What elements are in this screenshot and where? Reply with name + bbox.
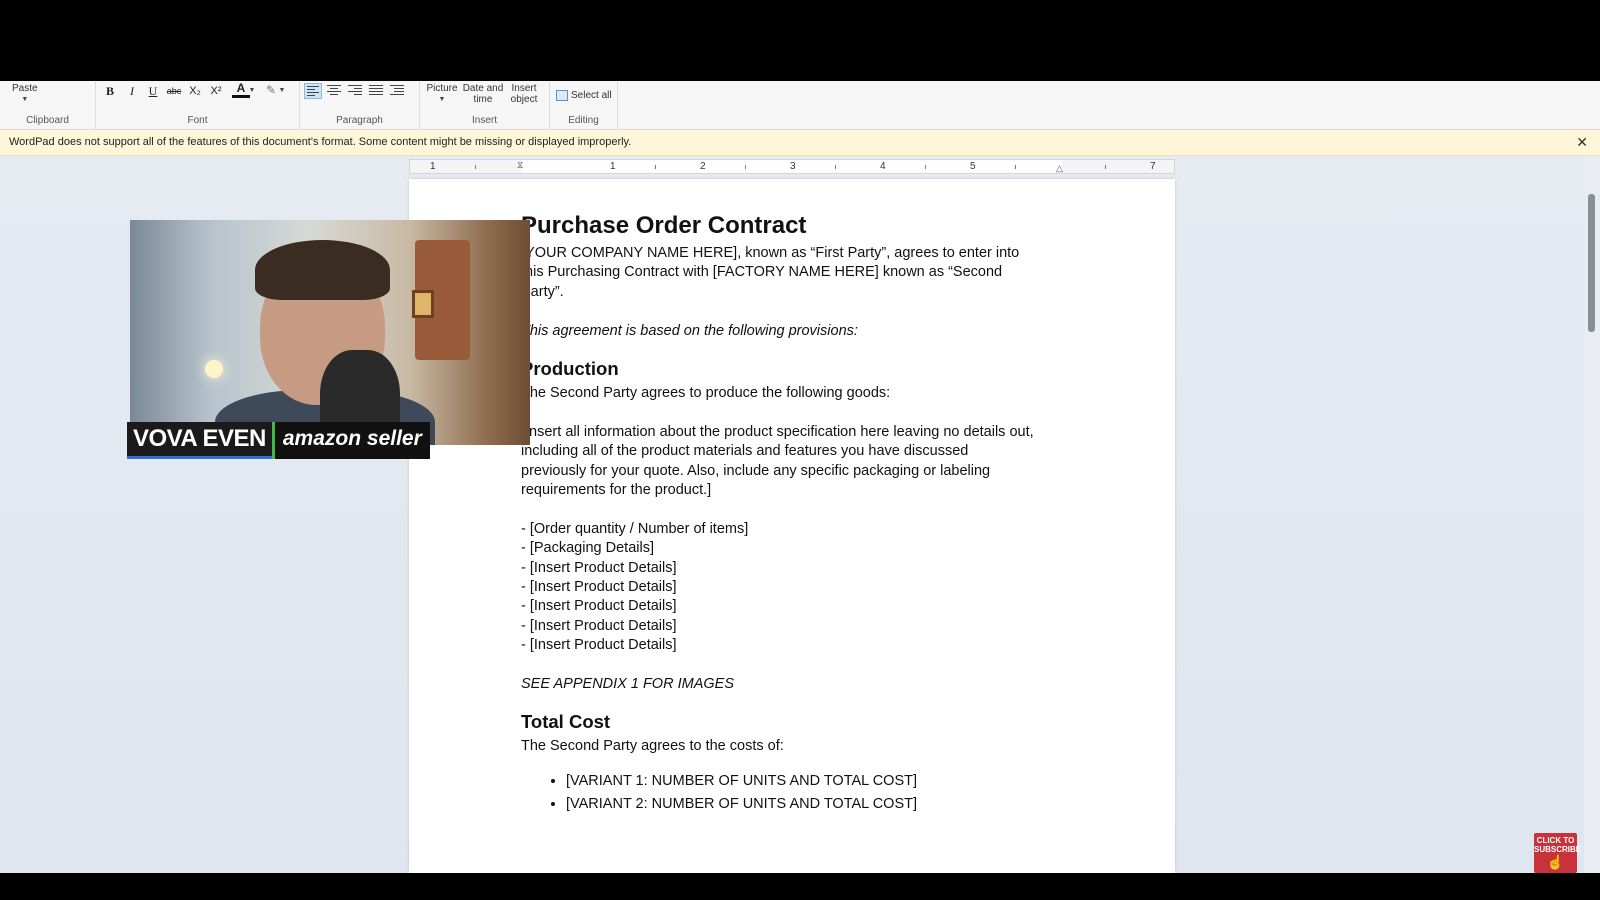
italic-icon[interactable]: I xyxy=(123,82,141,100)
ruler-tick xyxy=(1105,165,1106,169)
insert-object-label-1: Insert xyxy=(511,83,537,94)
insert-object-button[interactable]: Insert object xyxy=(508,83,540,105)
paragraph-group-label: Paragraph xyxy=(336,115,383,126)
list-item: - [Insert Product Details] xyxy=(521,598,677,615)
bold-icon[interactable]: B xyxy=(101,82,119,100)
paste-label: Paste xyxy=(12,83,38,94)
variant-item: [VARIANT 1: NUMBER OF UNITS AND TOTAL CO… xyxy=(566,770,1081,793)
font-group-label: Font xyxy=(187,115,208,126)
paragraph-settings-icon[interactable] xyxy=(388,83,406,99)
subscribe-button[interactable]: CLICK TO SUBSCRIBE ☝ xyxy=(1534,833,1582,873)
presenter-hair xyxy=(255,240,390,300)
picture-dropdown-icon[interactable]: ▼ xyxy=(426,94,458,105)
compatibility-infobar: WordPad does not support all of the feat… xyxy=(0,130,1600,156)
ruler-number: 4 xyxy=(880,161,886,172)
scrollbar-thumb[interactable] xyxy=(1588,194,1595,332)
indent-marker-icon[interactable]: ⧖ xyxy=(517,160,523,171)
ruler-number: 2 xyxy=(700,161,706,172)
webcam-overlay xyxy=(130,220,530,445)
ruler-tick xyxy=(925,165,926,169)
underline-icon[interactable]: U xyxy=(144,82,162,100)
list-item: - [Packaging Details] xyxy=(521,540,654,557)
picture-button[interactable]: Picture ▼ xyxy=(426,83,458,105)
date-time-label-2: time xyxy=(473,94,493,105)
clipboard-group-label: Clipboard xyxy=(26,115,69,126)
font-color-dropdown-icon[interactable]: ▼ xyxy=(248,82,256,100)
infobar-message: WordPad does not support all of the feat… xyxy=(9,136,632,148)
ruler-tick xyxy=(475,165,476,169)
strikethrough-icon[interactable]: abc xyxy=(165,82,183,100)
insert-group: Picture ▼ Date and time Insert object In… xyxy=(420,81,550,130)
document-title: Purchase Order Contract xyxy=(521,212,807,239)
production-intro: The Second Party agrees to produce the f… xyxy=(521,385,891,402)
document-body[interactable]: Purchase Order Contract [YOUR COMPANY NA… xyxy=(521,211,1081,816)
spec-line: previously for your quote. Also, include… xyxy=(521,462,991,479)
ruler-tick xyxy=(835,165,836,169)
presenter-role: amazon seller xyxy=(274,422,430,459)
paste-button[interactable]: Paste ▼ xyxy=(12,83,38,105)
date-time-button[interactable]: Date and time xyxy=(462,83,504,105)
align-center-icon[interactable] xyxy=(325,83,343,99)
list-item: - [Insert Product Details] xyxy=(521,579,677,596)
ruler-number: 7 xyxy=(1150,161,1156,172)
justify-icon[interactable] xyxy=(367,83,385,99)
spec-line: requirements for the product.] xyxy=(521,482,712,499)
editing-group: Select all Editing xyxy=(550,81,618,130)
select-all-icon xyxy=(556,90,568,101)
video-bottom-letterbox xyxy=(0,873,1600,900)
background-picture-frame xyxy=(412,290,434,318)
variant-list: [VARIANT 1: NUMBER OF UNITS AND TOTAL CO… xyxy=(521,770,1081,816)
select-all-button[interactable]: Select all xyxy=(556,90,612,101)
ruler[interactable]: 1 1 2 3 4 5 7 ⧖ △ xyxy=(409,159,1175,174)
editing-group-label: Editing xyxy=(568,115,599,126)
costs-intro: The Second Party agrees to the costs of: xyxy=(521,738,784,755)
ribbon: Paste ▼ Clipboard B I U abc X₂ X² A ▼ ✎ … xyxy=(0,81,1600,130)
list-item: - [Insert Product Details] xyxy=(521,637,677,654)
ruler-tick xyxy=(655,165,656,169)
clipboard-group: Paste ▼ Clipboard xyxy=(0,81,96,130)
highlight-dropdown-icon[interactable]: ▼ xyxy=(278,82,286,100)
total-cost-heading: Total Cost xyxy=(521,711,611,733)
subscribe-label-1: CLICK TO xyxy=(1536,836,1575,845)
lower-third-name-tag: VOVA EVEN amazon seller xyxy=(127,422,430,459)
intro-line: [YOUR COMPANY NAME HERE], known as “Firs… xyxy=(521,245,1020,261)
ruler-number: 1 xyxy=(430,161,436,172)
spec-line: [Insert all information about the produc… xyxy=(521,423,1034,440)
right-indent-marker-icon[interactable]: △ xyxy=(1056,163,1063,174)
video-top-letterbox xyxy=(0,0,1600,81)
list-item: - [Insert Product Details] xyxy=(521,559,677,576)
ruler-tick xyxy=(745,165,746,169)
superscript-icon[interactable]: X² xyxy=(207,82,225,100)
intro-line: this Purchasing Contract with [FACTORY N… xyxy=(521,264,1003,281)
ruler-number: 5 xyxy=(970,161,976,172)
intro-line: Party”. xyxy=(521,283,564,300)
subscript-icon[interactable]: X₂ xyxy=(186,82,204,100)
align-right-icon[interactable] xyxy=(346,83,364,99)
spec-line: including all of the product materials a… xyxy=(521,443,969,460)
date-time-label-1: Date and xyxy=(462,83,504,94)
vertical-scrollbar[interactable] xyxy=(1584,156,1600,873)
ruler-number: 3 xyxy=(790,161,796,172)
presenter-name: VOVA EVEN xyxy=(127,422,272,459)
picture-label: Picture xyxy=(426,83,458,94)
insert-group-label: Insert xyxy=(471,115,497,126)
production-heading: Production xyxy=(521,358,619,380)
list-item: - [Insert Product Details] xyxy=(521,617,677,634)
subscribe-label-2: SUBSCRIBE xyxy=(1534,845,1582,854)
variant-item: [VARIANT 2: NUMBER OF UNITS AND TOTAL CO… xyxy=(566,793,1081,816)
close-icon[interactable]: ✕ xyxy=(1576,134,1588,151)
align-left-icon[interactable] xyxy=(304,83,322,99)
ruler-tick xyxy=(1015,165,1016,169)
select-all-label: Select all xyxy=(571,90,612,101)
font-group: B I U abc X₂ X² A ▼ ✎ ▼ Font xyxy=(96,81,300,130)
paste-dropdown-icon[interactable]: ▼ xyxy=(12,94,38,105)
appendix-note: SEE APPENDIX 1 FOR IMAGES xyxy=(521,676,734,693)
hand-pointer-icon: ☝ xyxy=(1546,854,1565,870)
ruler-number: 1 xyxy=(610,161,616,172)
paragraph-group: Paragraph xyxy=(300,81,420,130)
insert-object-label-2: object xyxy=(510,94,538,105)
list-item: - [Order quantity / Number of items] xyxy=(521,520,749,537)
background-lamp xyxy=(205,360,223,378)
provisions-line: This agreement is based on the following… xyxy=(521,322,858,339)
